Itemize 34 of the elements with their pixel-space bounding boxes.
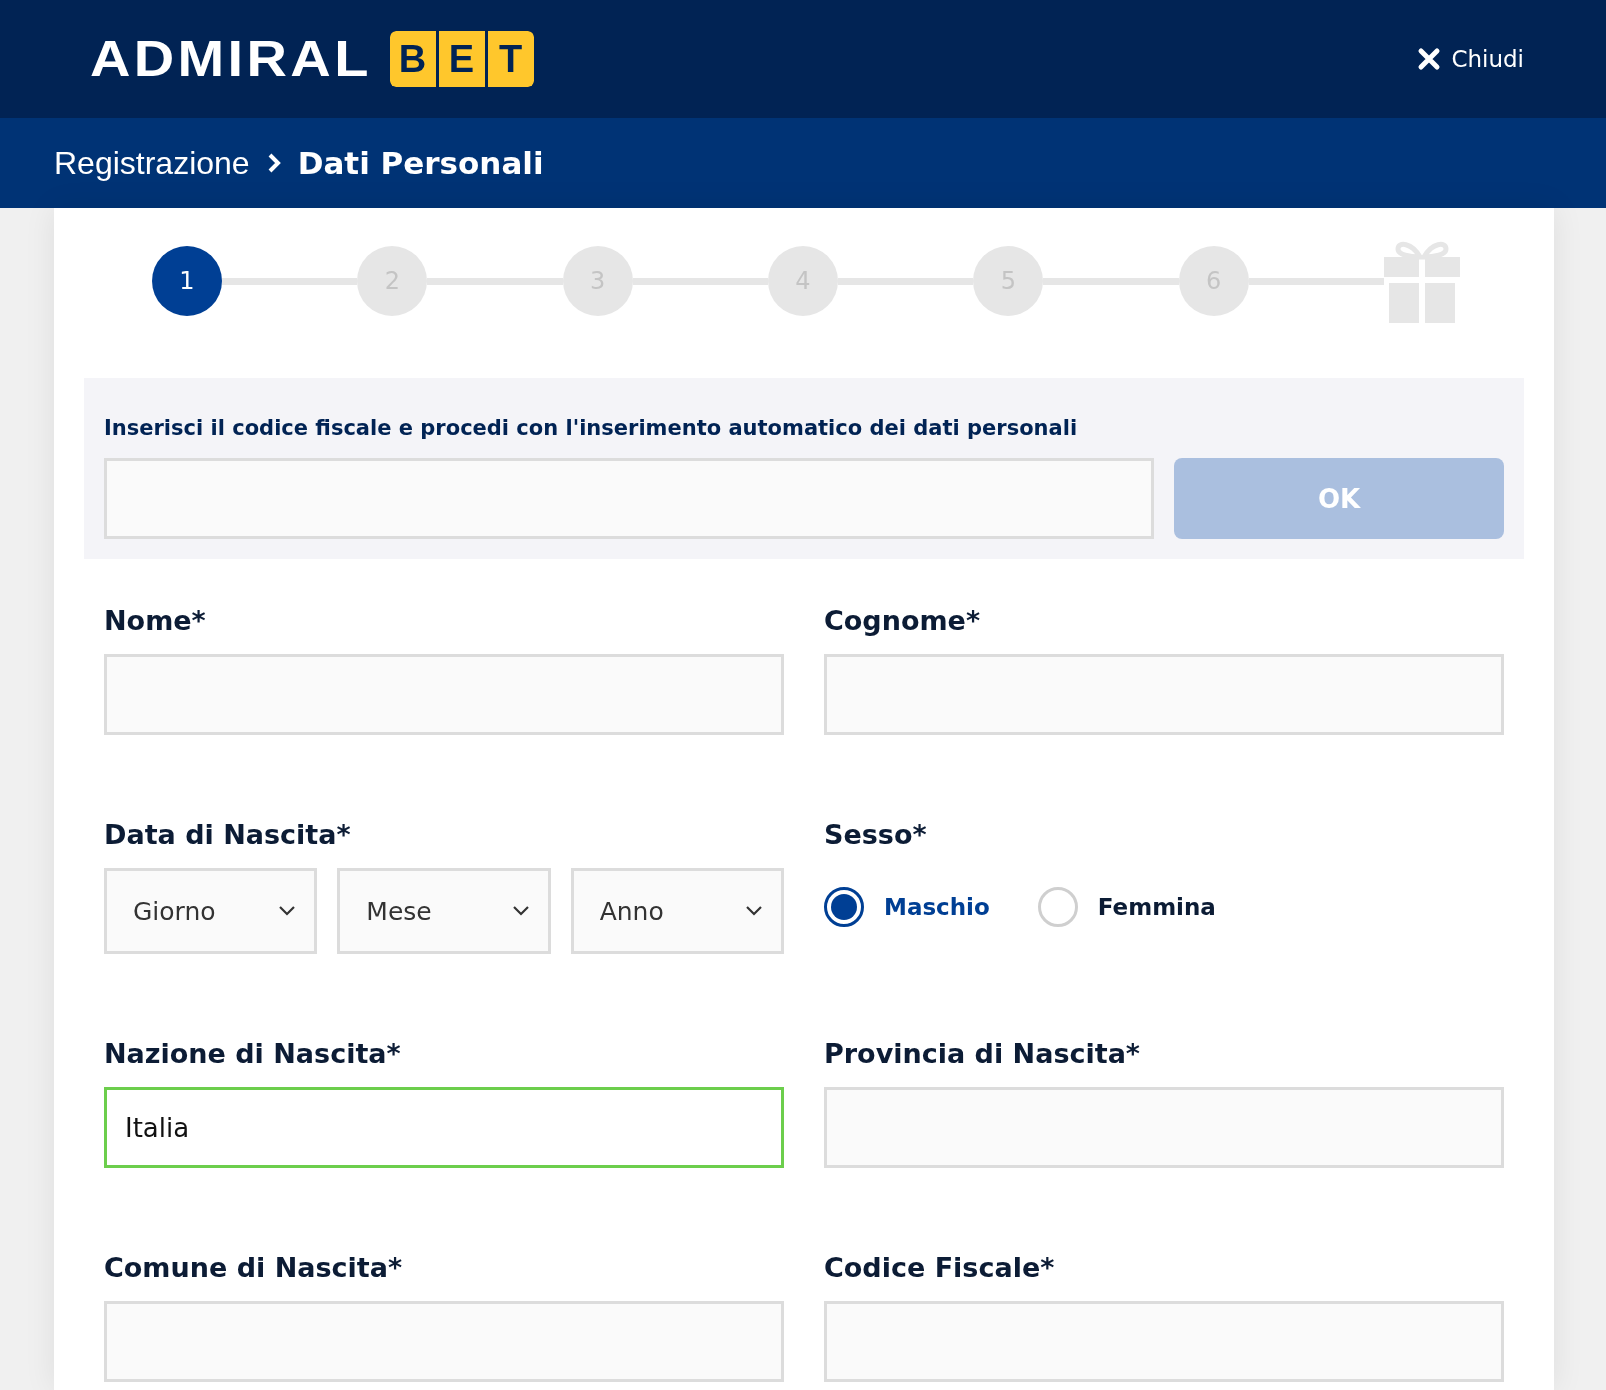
caret-icon [745, 905, 763, 917]
logo-badge: B E T [389, 31, 534, 87]
dropdown[interactable]: Giorno [104, 868, 318, 954]
text-field[interactable] [104, 654, 784, 735]
text-field[interactable]: Italia [104, 1087, 784, 1168]
fiscal-code-prompt: Inserisci il codice fiscale e procedi con l'inserimento automatico dei dati personali [104, 416, 1079, 440]
close-icon [1417, 47, 1442, 71]
step-circle: 1 [152, 246, 222, 316]
text-field[interactable] [824, 1087, 1504, 1168]
logo-text: ADMIRAL [90, 30, 372, 88]
dropdown[interactable]: Anno [570, 868, 784, 954]
field-label: Sesso* [824, 819, 928, 852]
radio-label[interactable]: Maschio [884, 894, 990, 920]
gift-icon [1383, 239, 1460, 323]
logo[interactable]: ADMIRAL B E T [90, 30, 534, 88]
text-field[interactable] [824, 1301, 1504, 1382]
caret-icon [278, 905, 297, 917]
close-button[interactable]: Chiudi [1417, 46, 1524, 72]
breadcrumb-item: Dati Personali [297, 145, 544, 181]
fiscal-code-field[interactable] [104, 458, 1154, 539]
radio-button[interactable] [824, 887, 864, 927]
breadcrumb-item[interactable]: Registrazione [54, 144, 250, 182]
field-label: Provincia di Nascita* [824, 1038, 1141, 1071]
radio-label[interactable]: Femmina [1097, 894, 1216, 920]
dropdown[interactable]: Mese [337, 868, 551, 954]
field-label: Codice Fiscale* [824, 1252, 1056, 1285]
field-label: Nazione di Nascita* [104, 1038, 402, 1071]
field-label: Cognome* [824, 605, 982, 638]
text-field[interactable] [104, 1301, 784, 1382]
caret-icon [511, 905, 530, 917]
field-label: Data di Nascita* [104, 819, 352, 852]
field-label: Nome* [104, 605, 207, 638]
text-field[interactable] [824, 654, 1504, 735]
field-label: Comune di Nascita* [104, 1252, 404, 1285]
